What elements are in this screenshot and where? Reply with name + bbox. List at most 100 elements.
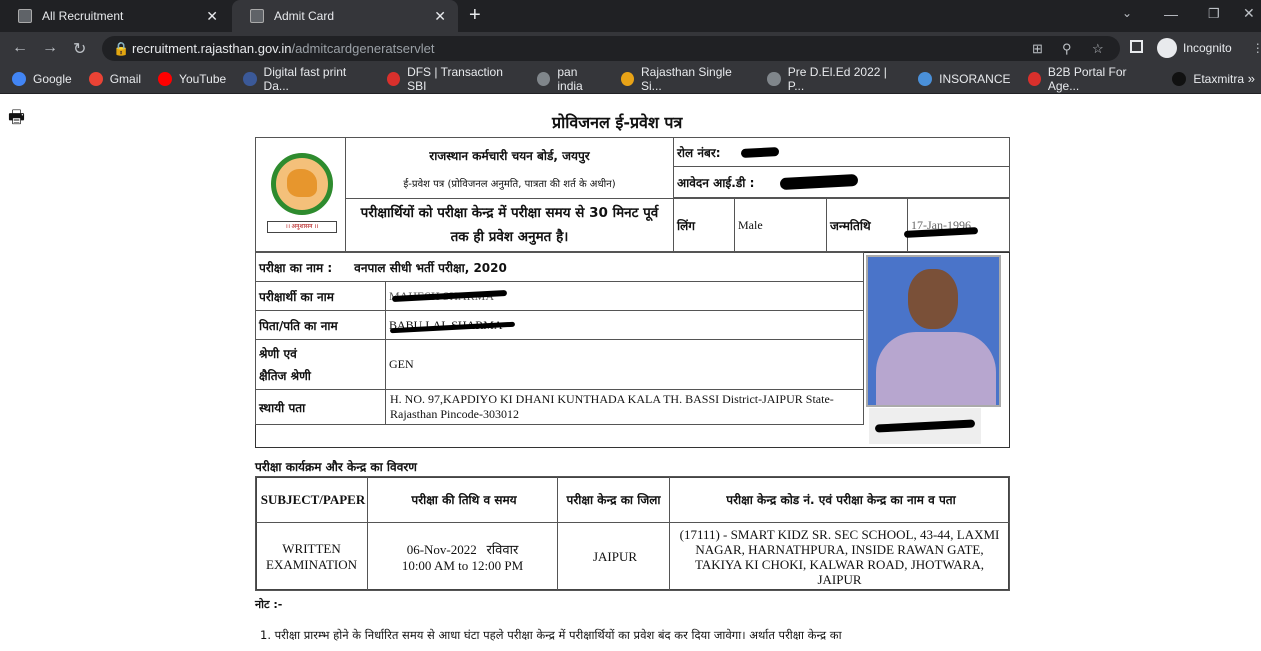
note-item-1: 1. परीक्षा प्रारम्भ होने के निर्धारित सम… (260, 628, 842, 642)
bookmark-label: B2B Portal For Age... (1047, 64, 1127, 93)
logo-motto: ।। अनुशासन ।। (267, 220, 337, 233)
side-panel-icon[interactable] (1130, 40, 1143, 53)
exam-row: परीक्षा का नाम : वनपाल सीधी भर्ती परीक्षा… (255, 252, 864, 282)
subtitle: ई-प्रवेश पत्र (प्रोविजनल अनुमति, पात्रता… (403, 178, 616, 190)
candidate-photo (866, 255, 1001, 407)
app-id-label: आवेदन आई.डी : (677, 175, 755, 190)
bookmark-star-icon[interactable]: ☆ (1092, 36, 1104, 61)
address-label: स्थायी पता (255, 389, 386, 425)
bookmark-label: Rajasthan Single Si... (641, 64, 732, 93)
category-label-2: क्षैतिज श्रेणी (259, 368, 311, 383)
bookmark-item[interactable]: B2B Portal For Age... (1027, 64, 1156, 93)
bookmark-item[interactable]: Pre D.El.Ed 2022 | P... (767, 65, 901, 93)
zoom-icon[interactable]: ⚲ (1062, 36, 1072, 61)
bookmarks-bar: Google Gmail YouTube Digital fast print Da.… (0, 64, 1261, 94)
bookmark-item[interactable]: Etaxmitra (1172, 71, 1244, 86)
bookmark-item[interactable]: pan india (537, 65, 604, 93)
new-tab-button[interactable]: + (469, 4, 481, 27)
exam-label: परीक्षा का नाम : (259, 260, 333, 275)
name-label: परीक्षार्थी का नाम (255, 281, 386, 311)
app-id-cell: आवेदन आई.डी : (673, 166, 1010, 198)
address-value: H. NO. 97,KAPDIYO KI DHANI KUNTHADA KALA… (385, 389, 864, 425)
board-name: राजस्थान कर्मचारी चयन बोर्ड, जयपुर (429, 148, 590, 163)
incognito-icon (1157, 38, 1177, 58)
entry-notice: परीक्षार्थियों को परीक्षा केन्द्र में पर… (345, 198, 674, 252)
redacted-app-id (780, 173, 859, 191)
forward-icon[interactable]: → (42, 39, 58, 57)
page-title: प्रोविजनल ई-प्रवेश पत्र (552, 113, 683, 132)
tab-search-icon[interactable]: ⌄ (1122, 6, 1132, 20)
tab-label: All Recruitment (42, 9, 124, 23)
bookmark-favicon-icon (12, 71, 26, 86)
bookmark-item[interactable]: Rajasthan Single Si... (620, 64, 751, 93)
cell-subject: WRITTEN EXAMINATION (255, 522, 368, 591)
bookmark-favicon-icon (1172, 71, 1187, 86)
bookmark-favicon-icon (537, 71, 551, 86)
bookmark-label: DFS | Transaction SBI (407, 64, 503, 93)
logo-cell: ।। अनुशासन ।। (255, 137, 346, 252)
more-bookmarks-button[interactable]: » (1248, 71, 1255, 86)
admit-card-page: 🖶 प्रोविजनल ई-प्रवेश पत्र ।। अनुशासन ।। … (0, 95, 1261, 651)
cell-date: 06-Nov-2022 रविवार 10:00 AM to 12:00 PM (367, 522, 558, 591)
profile-label: Incognito (1183, 41, 1232, 55)
bookmark-label: pan india (557, 64, 583, 93)
candidate-signature (869, 408, 981, 444)
close-tab-icon[interactable]: ✕ (206, 8, 218, 25)
dob-label: जन्मतिथि (826, 198, 908, 252)
bookmark-label: YouTube (179, 71, 227, 86)
bookmark-item[interactable]: DFS | Transaction SBI (386, 64, 520, 93)
bookmark-item[interactable]: YouTube (158, 71, 227, 86)
tab-bar: All Recruitment ✕ Admit Card ✕ + ⌄ — ❐ ✕ (0, 0, 1261, 32)
bookmark-favicon-icon (767, 71, 781, 86)
toolbar: ← → ↻ 🔒 recruitment.rajasthan.gov.in/admi… (0, 32, 1261, 64)
bookmark-label: Google (33, 71, 72, 86)
exam-name: वनपाल सीधी भर्ती परीक्षा, 2020 (354, 260, 507, 275)
back-icon[interactable]: ← (12, 39, 28, 57)
category-label: श्रेणी एवं क्षैतिज श्रेणी (255, 339, 386, 390)
close-tab-icon[interactable]: ✕ (434, 8, 446, 25)
cell-district: JAIPUR (557, 522, 670, 591)
menu-icon[interactable]: ⋮ (1252, 41, 1261, 55)
redacted-roll (740, 146, 779, 158)
schedule-heading: परीक्षा कार्यक्रम और केन्द्र का विवरण (255, 460, 417, 474)
gender-value: Male (734, 198, 827, 252)
bookmark-item[interactable]: Google (12, 71, 72, 86)
board-cell: राजस्थान कर्मचारी चयन बोर्ड, जयपुर ई-प्र… (345, 137, 674, 199)
cell-center: (17111) - SMART KIDZ SR. SEC SCHOOL, 43-… (669, 522, 1010, 591)
url-path: /admitcardgeneratservlet (291, 41, 435, 56)
gender-label: लिंग (673, 198, 735, 252)
redaction-scribble (874, 419, 976, 433)
reload-icon[interactable]: ↻ (73, 39, 86, 59)
tab-label: Admit Card (274, 9, 335, 23)
dob-cell: 17-Jan-1996 (903, 198, 1010, 252)
close-window-button[interactable]: ✕ (1243, 5, 1255, 22)
bookmark-item[interactable]: INSORANCE (918, 71, 1011, 86)
favicon-icon (18, 9, 32, 23)
address-bar[interactable]: 🔒 recruitment.rajasthan.gov.in/admitcardg… (102, 36, 1120, 61)
lock-icon: 🔒 (113, 41, 130, 56)
translate-icon[interactable]: ⊞ (1032, 36, 1043, 61)
father-cell: BABU LAL SHARMA (385, 310, 864, 340)
roll-cell: रोल नंबर: (673, 137, 1010, 167)
header-subject: SUBJECT/PAPER (255, 476, 368, 523)
exam-time: 10:00 AM to 12:00 PM (401, 557, 524, 573)
favicon-icon (250, 9, 264, 23)
bookmark-label: Gmail (109, 71, 142, 86)
father-label: पिता/पति का नाम (255, 310, 386, 340)
bookmark-item[interactable]: Digital fast print Da... (243, 65, 370, 93)
print-icon[interactable]: 🖶 (8, 105, 25, 135)
bookmark-item[interactable]: Gmail (88, 71, 142, 86)
bookmark-favicon-icon (620, 71, 635, 86)
bookmark-label: Digital fast print Da... (263, 64, 347, 93)
restore-button[interactable]: ❐ (1208, 6, 1220, 22)
header-date: परीक्षा की तिथि व समय (367, 476, 558, 523)
bookmark-label: Etaxmitra (1193, 71, 1244, 86)
incognito-badge[interactable]: Incognito ⋮ (1157, 38, 1261, 58)
category-label-1: श्रेणी एवं (259, 346, 297, 361)
header-district: परीक्षा केन्द्र का जिला (557, 476, 670, 523)
minimize-button[interactable]: — (1164, 6, 1178, 22)
tab-all-recruitment[interactable]: All Recruitment ✕ (0, 0, 230, 32)
tab-admit-card[interactable]: Admit Card ✕ (232, 0, 458, 32)
bookmark-label: INSORANCE (939, 71, 1011, 86)
note-label: नोट :- (255, 598, 283, 611)
